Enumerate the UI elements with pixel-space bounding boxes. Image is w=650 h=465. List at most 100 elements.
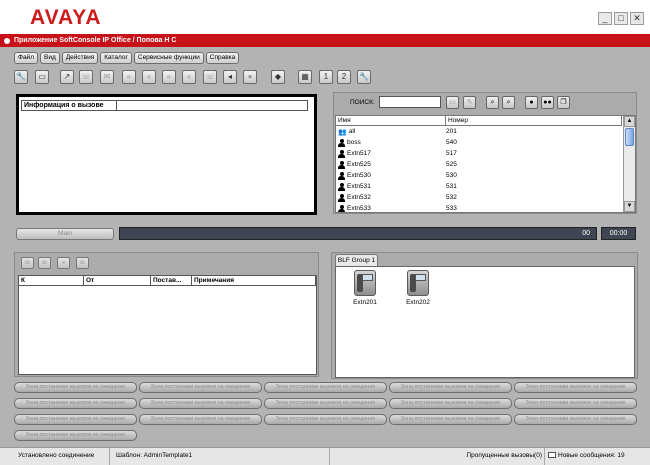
close-button[interactable]: ✕ — [630, 12, 644, 25]
park-slot-button[interactable]: Зона постановки вызовов на ожидание — [139, 398, 262, 409]
scroll-up-icon[interactable]: ▲ — [624, 116, 635, 127]
column-placed[interactable]: Постав... — [151, 276, 192, 285]
menu-service-functions[interactable]: Сервисные функции — [133, 52, 204, 64]
park-slot-button[interactable]: Зона постановки вызовов на ожидание — [14, 382, 137, 393]
answer-icon[interactable]: ☏ — [79, 70, 93, 84]
blf-label: Extn201 — [353, 299, 377, 306]
park-slot-button[interactable]: Зона постановки вызовов на ожидание — [14, 430, 137, 441]
window-controls: _ □ ✕ — [598, 12, 644, 25]
search-advanced-icon[interactable]: ⌕ — [502, 96, 515, 109]
users-icon[interactable]: ● — [525, 96, 538, 109]
group-icon: 👥 — [338, 128, 347, 136]
wrench-icon[interactable]: 🔧 — [14, 70, 28, 84]
park-slot-button[interactable]: Зона постановки вызовов на ожидание — [14, 398, 137, 409]
call-count: 00 — [582, 230, 590, 237]
call-timer: 00:00 — [601, 227, 636, 240]
park-slot-button[interactable]: Зона постановки вызовов на ожидание — [264, 382, 387, 393]
phone-icon — [354, 270, 376, 296]
directory-row[interactable]: Extn533 533 — [336, 204, 506, 212]
blf-extension[interactable]: Extn201 — [345, 270, 385, 306]
blf-extension[interactable]: Extn202 — [398, 270, 438, 306]
park-slot-button[interactable]: Зона постановки вызовов на ожидание — [264, 398, 387, 409]
column-to[interactable]: К — [19, 276, 84, 285]
directory-row[interactable]: Extn530 530 — [336, 171, 506, 181]
call-info-panel: Информация о вызове — [16, 94, 317, 215]
updown-icon[interactable]: ◆ — [271, 70, 285, 84]
menu-file[interactable]: Файл — [14, 52, 38, 64]
directory-panel: ПОИСК: ▭ ✎ ⌕ ⌕ ● ●● ❐ Имя Номер 👥 all 201… — [333, 92, 637, 214]
column-name[interactable]: Имя — [336, 116, 446, 125]
park-slot-button[interactable]: Зона постановки вызовов на ожидание — [264, 414, 387, 425]
missed-calls[interactable]: Пропущенные вызовы(0) — [330, 448, 545, 465]
call-info-header: Информация о вызове — [21, 100, 308, 111]
column-from[interactable]: От — [84, 276, 151, 285]
queue-answer-icon[interactable]: ☏ — [21, 257, 34, 269]
user-icon — [338, 161, 345, 169]
user-icon — [338, 194, 345, 202]
park-slot-button[interactable]: Зона постановки вызовов на ожидание — [389, 398, 512, 409]
park-slot-button[interactable]: Зона постановки вызовов на ожидание — [514, 414, 637, 425]
scroll-down-icon[interactable]: ▼ — [624, 201, 635, 212]
record-icon[interactable]: ● — [243, 70, 257, 84]
park-slot-button[interactable]: Зона постановки вызовов на ожидание — [139, 414, 262, 425]
menu-help[interactable]: Справка — [205, 52, 240, 64]
notes-icon[interactable]: 2 — [337, 70, 351, 84]
scroll-thumb[interactable] — [625, 128, 634, 146]
park-icon[interactable]: « — [142, 70, 156, 84]
directory-row[interactable]: Extn517 517 — [336, 149, 506, 159]
search-label: ПОИСК: — [350, 99, 375, 106]
user-icon — [338, 183, 345, 191]
app-dot-icon — [4, 37, 10, 44]
volume-icon[interactable]: ◂ — [223, 70, 237, 84]
directory-icon[interactable]: 1 — [319, 70, 333, 84]
main-button[interactable]: Main — [16, 228, 114, 240]
park-slot-button[interactable]: Зона постановки вызовов на ожидание — [14, 414, 137, 425]
call-info-column-empty — [117, 101, 308, 110]
retrieve-icon[interactable]: « — [162, 70, 176, 84]
windows-icon[interactable]: ❐ — [557, 96, 570, 109]
new-messages[interactable]: Новые сообщения: 19 — [545, 448, 650, 465]
hold-icon[interactable]: ✉ — [100, 70, 114, 84]
tab-blf-group-1[interactable]: BLF Group 1 — [335, 254, 378, 266]
dialpad-icon[interactable]: ▦ — [298, 70, 312, 84]
park-slot-button[interactable]: Зона постановки вызовов на ожидание — [389, 382, 512, 393]
forward-icon[interactable]: « — [182, 70, 196, 84]
column-number[interactable]: Номер — [446, 116, 622, 125]
directory-row[interactable]: Extn532 532 — [336, 193, 506, 203]
directory-list: Имя Номер 👥 all 201 boss 540 Extn517 517 … — [335, 115, 636, 213]
call-status-bar: 00 — [119, 227, 597, 240]
call-info-column[interactable]: Информация о вызове — [22, 101, 117, 110]
save-icon[interactable]: ▭ — [35, 70, 49, 84]
park-slot-button[interactable]: Зона постановки вызовов на ожидание — [139, 382, 262, 393]
queue-transfer-icon[interactable]: ☏ — [38, 257, 51, 269]
queue-back-icon[interactable]: « — [57, 257, 70, 269]
directory-row[interactable]: Extn531 531 — [336, 182, 506, 192]
user-icon — [338, 139, 345, 147]
minimize-button[interactable]: _ — [598, 12, 612, 25]
directory-row[interactable]: Extn525 525 — [336, 160, 506, 170]
park-slot-button[interactable]: Зона постановки вызовов на ожидание — [514, 382, 637, 393]
menu-actions[interactable]: Действия — [61, 52, 99, 64]
menu-view[interactable]: Вид — [39, 52, 60, 64]
maximize-button[interactable]: □ — [614, 12, 628, 25]
transfer-icon[interactable]: ↗ — [60, 70, 74, 84]
callback-icon[interactable]: ☏ — [203, 70, 217, 84]
directory-row[interactable]: boss 540 — [336, 138, 506, 148]
column-notes[interactable]: Примечания — [192, 276, 316, 285]
groups-icon[interactable]: ●● — [541, 96, 554, 109]
phone-icon — [407, 270, 429, 296]
tools-icon[interactable]: 🔧 — [357, 70, 371, 84]
conference-icon[interactable]: « — [122, 70, 136, 84]
blf-panel: BLF Group 1 Extn201 Extn202 — [331, 252, 638, 379]
directory-row[interactable]: 👥 all 201 — [336, 127, 506, 137]
park-slot-button[interactable]: Зона постановки вызовов на ожидание — [514, 398, 637, 409]
park-slot-button[interactable]: Зона постановки вызовов на ожидание — [389, 414, 512, 425]
menu-directory[interactable]: Каталог — [100, 52, 132, 64]
connection-status: Установлено соединение — [0, 448, 110, 465]
search-input[interactable] — [379, 96, 441, 108]
edit-icon[interactable]: ✎ — [463, 96, 476, 109]
queue-callback-icon[interactable]: ☏ — [76, 257, 89, 269]
search-icon[interactable]: ⌕ — [486, 96, 499, 109]
directory-scrollbar[interactable]: ▲ ▼ — [623, 116, 635, 212]
filter-icon[interactable]: ▭ — [446, 96, 459, 109]
